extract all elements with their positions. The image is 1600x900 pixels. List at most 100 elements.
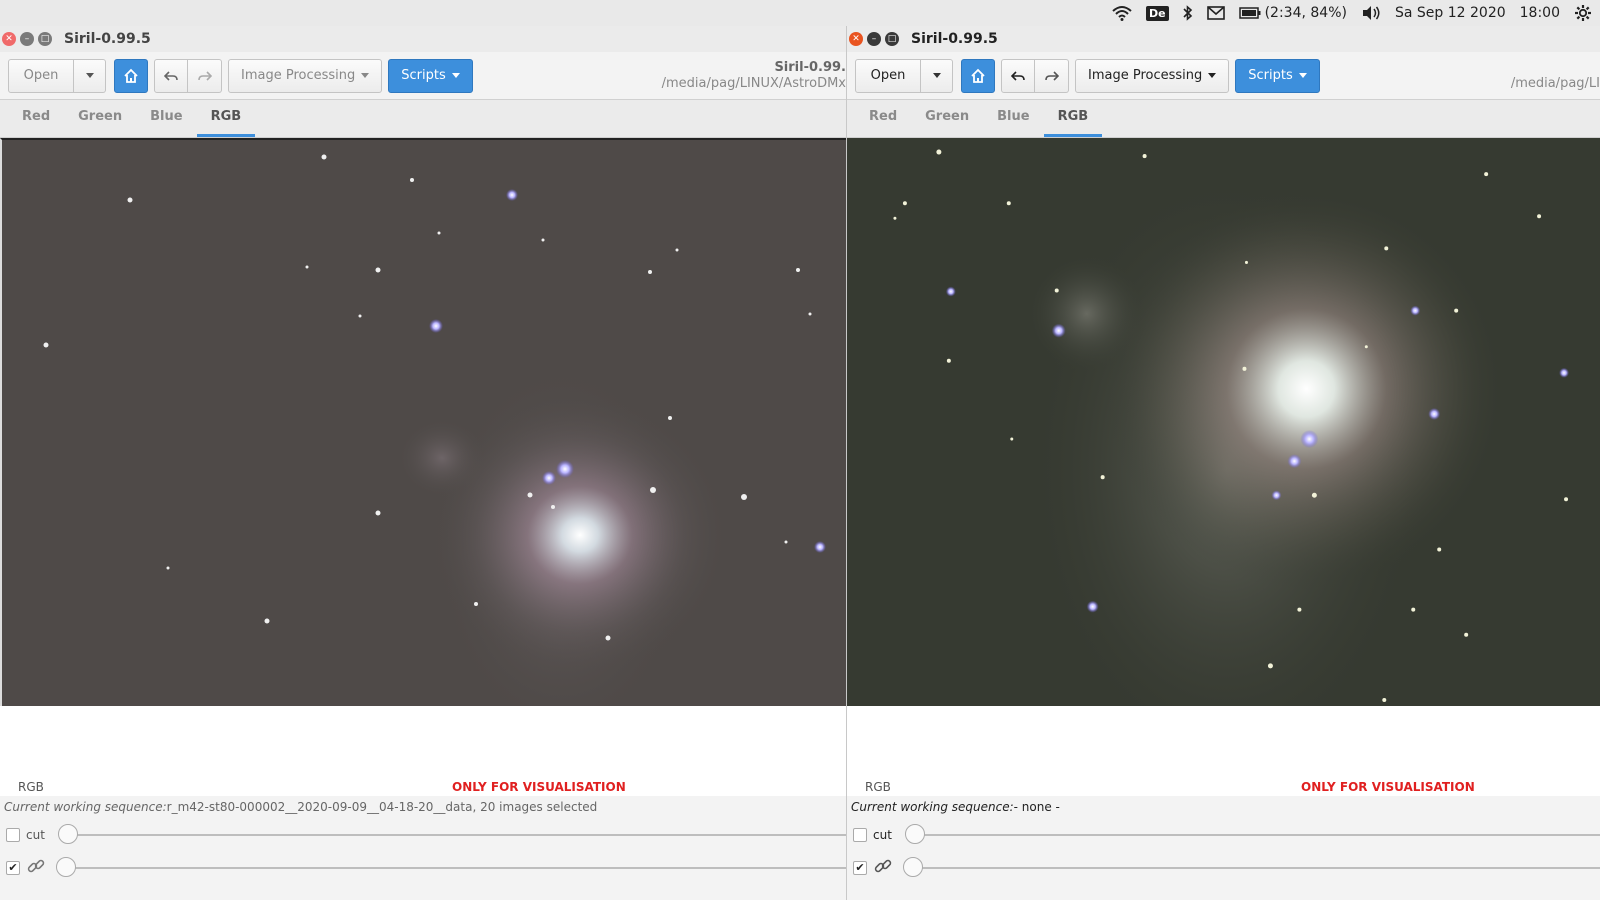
path-title — [1511, 60, 1600, 76]
low-slider-row: ✔ — [847, 851, 1600, 884]
high-threshold-slider-knob[interactable] — [58, 824, 78, 844]
cut-slider-row: cut — [0, 818, 846, 851]
scripts-menu-button[interactable]: Scripts — [1235, 58, 1320, 93]
system-tray: De (2:34, 84%) Sa Sep 12 2020 18:00 — [1112, 0, 1592, 26]
link-icon[interactable] — [26, 856, 46, 880]
tab-rgb[interactable]: RGB — [1043, 109, 1103, 137]
bluetooth-icon[interactable] — [1183, 5, 1193, 21]
sequence-prefix: Current working sequence: — [851, 800, 1014, 814]
undo-icon — [1011, 70, 1025, 81]
image-processing-label: Image Processing — [1088, 68, 1203, 83]
open-button[interactable]: Open — [855, 58, 921, 93]
image-processing-label: Image Processing — [241, 68, 356, 83]
low-slider-row: ✔ — [0, 851, 846, 884]
tab-blue[interactable]: Blue — [983, 109, 1043, 137]
home-icon — [971, 68, 985, 83]
time-label[interactable]: 18:00 — [1520, 5, 1560, 21]
home-button[interactable] — [114, 58, 148, 93]
visualisation-warning: ONLY FOR VISUALISATION — [1301, 780, 1475, 794]
maximize-window-icon[interactable]: □ — [38, 32, 52, 46]
orion-nebula-image — [43, 154, 826, 706]
maximize-window-icon[interactable]: □ — [885, 32, 899, 46]
redo-icon — [197, 70, 212, 81]
redo-button[interactable] — [188, 58, 222, 93]
histogram-info-area: RGB ONLY FOR VISUALISATION — [0, 706, 846, 796]
mail-icon[interactable] — [1206, 6, 1225, 20]
auto-checkbox[interactable]: ✔ — [6, 860, 20, 875]
minimize-window-icon[interactable]: – — [867, 32, 881, 46]
close-window-icon[interactable]: ✕ — [849, 32, 863, 46]
redo-button[interactable] — [1035, 58, 1069, 93]
open-dropdown-button[interactable] — [921, 58, 953, 93]
tab-red[interactable]: Red — [8, 109, 64, 137]
cut-checkbox[interactable] — [6, 827, 20, 842]
redo-icon — [1044, 70, 1059, 81]
cut-label: cut — [873, 827, 892, 842]
channel-label: RGB — [865, 780, 891, 794]
link-icon[interactable] — [873, 856, 893, 880]
date-label[interactable]: Sa Sep 12 2020 — [1395, 5, 1506, 21]
battery-icon[interactable] — [1238, 7, 1261, 19]
working-sequence-line: Current working sequence: r_m42-st80-0000… — [0, 796, 846, 818]
keyboard-layout-indicator[interactable]: De — [1146, 5, 1169, 21]
open-button[interactable]: Open — [8, 58, 74, 93]
orion-nebula-image — [893, 149, 1570, 706]
settings-gear-icon[interactable] — [1574, 4, 1592, 22]
visualisation-warning: ONLY FOR VISUALISATION — [452, 780, 626, 794]
channel-tabs: Red Green Blue RGB — [847, 100, 1600, 138]
tab-rgb[interactable]: RGB — [196, 109, 256, 137]
window-title: Siril-0.99.5 — [911, 31, 998, 47]
tab-red[interactable]: Red — [855, 109, 911, 137]
scripts-label: Scripts — [1248, 68, 1293, 83]
wifi-icon[interactable] — [1112, 5, 1132, 21]
low-threshold-slider-knob[interactable] — [903, 857, 923, 877]
auto-checkbox[interactable]: ✔ — [853, 860, 867, 875]
high-threshold-track[interactable] — [913, 834, 1600, 836]
scripts-label: Scripts — [401, 68, 446, 83]
low-threshold-track[interactable] — [911, 867, 1600, 869]
cut-label: cut — [26, 827, 45, 842]
undo-button[interactable] — [1001, 58, 1035, 93]
sequence-value: r_m42-st80-000002__2020-09-09__04-18-20_… — [166, 800, 598, 814]
volume-icon[interactable] — [1361, 5, 1381, 21]
window-titlebar[interactable]: ✕ – □ Siril-0.99.5 — [0, 26, 846, 52]
image-processing-menu-button[interactable]: Image Processing — [1075, 58, 1230, 93]
working-directory-path: /media/pag/LI — [1510, 76, 1600, 91]
low-threshold-track[interactable] — [64, 867, 846, 869]
minimize-window-icon[interactable]: – — [20, 32, 34, 46]
chevron-down-icon — [361, 73, 370, 78]
tab-green[interactable]: Green — [64, 109, 136, 137]
battery-status: (2:34, 84%) — [1264, 5, 1347, 21]
chevron-down-icon — [1208, 73, 1217, 78]
close-window-icon[interactable]: ✕ — [2, 32, 16, 46]
low-threshold-slider-knob[interactable] — [56, 857, 76, 877]
system-top-bar: De (2:34, 84%) Sa Sep 12 2020 18:00 — [0, 0, 1600, 26]
tab-green[interactable]: Green — [911, 109, 983, 137]
chevron-down-icon — [1298, 73, 1307, 78]
image-canvas[interactable] — [0, 138, 846, 706]
chevron-down-icon — [85, 73, 94, 78]
channel-tabs: Red Green Blue RGB — [0, 100, 846, 138]
tab-blue[interactable]: Blue — [136, 109, 196, 137]
toolbar: Open Image Processing Scripts Siril-0.99… — [0, 52, 846, 100]
working-sequence-line: Current working sequence: - none - — [847, 796, 1600, 818]
open-dropdown-button[interactable] — [74, 58, 106, 93]
window-titlebar[interactable]: ✕ – □ Siril-0.99.5 — [847, 26, 1600, 52]
working-directory-path: /media/pag/LINUX/AstroDMx — [661, 76, 846, 91]
high-threshold-slider-knob[interactable] — [905, 824, 925, 844]
image-processing-menu-button[interactable]: Image Processing — [228, 58, 383, 93]
home-icon — [124, 68, 138, 83]
path-info: Siril-0.99. /media/pag/LINUX/AstroDMx — [662, 60, 846, 92]
home-button[interactable] — [961, 58, 995, 93]
undo-button[interactable] — [154, 58, 188, 93]
toolbar: Open Image Processing Scripts /media/pag… — [847, 52, 1600, 100]
undo-icon — [164, 70, 178, 81]
scripts-menu-button[interactable]: Scripts — [388, 58, 473, 93]
image-canvas[interactable] — [847, 138, 1600, 706]
channel-label: RGB — [18, 780, 44, 794]
sequence-prefix: Current working sequence: — [4, 800, 167, 814]
high-threshold-track[interactable] — [64, 834, 846, 836]
cut-slider-row: cut — [847, 818, 1600, 851]
window-title: Siril-0.99.5 — [64, 31, 151, 47]
cut-checkbox[interactable] — [853, 827, 867, 842]
